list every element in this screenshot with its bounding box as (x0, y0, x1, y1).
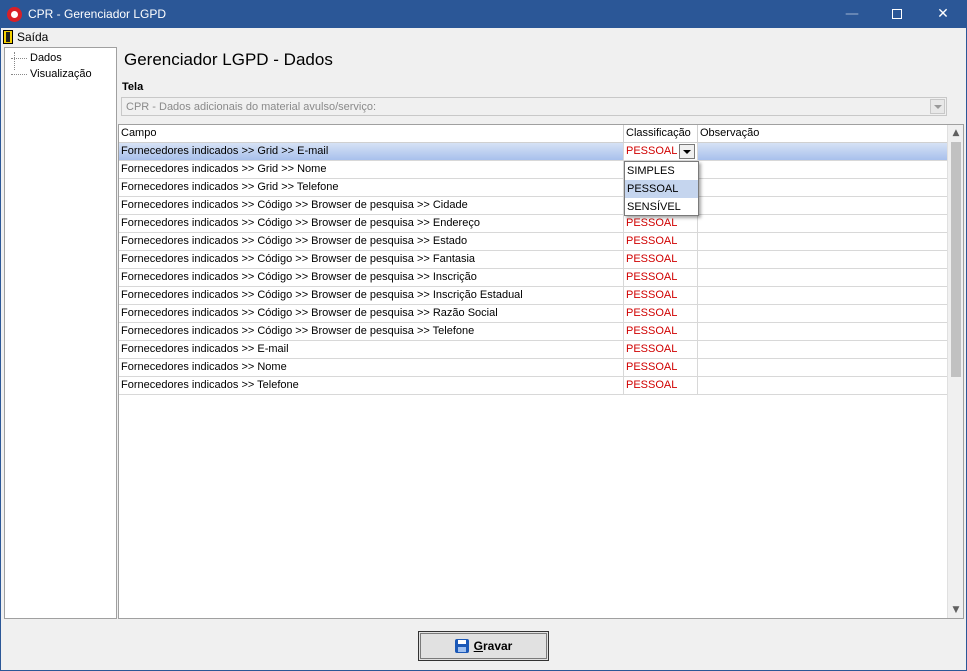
cell-campo: Fornecedores indicados >> Código >> Brow… (119, 233, 624, 250)
cell-observacao[interactable] (698, 215, 947, 232)
footer-bar: Gravar (1, 619, 966, 670)
cell-classificacao[interactable]: PESSOAL (624, 287, 698, 304)
cell-classificacao[interactable]: PESSOAL (624, 377, 698, 394)
main-window: CPR - Gerenciador LGPD — ✕ Saída Dados V… (0, 0, 967, 671)
exit-label: Saída (17, 30, 49, 44)
table-row[interactable]: Fornecedores indicados >> Nome PESSOAL (119, 359, 947, 377)
classification-dropdown-list: SIMPLES PESSOAL SENSÍVEL (624, 161, 699, 216)
cell-observacao[interactable] (698, 251, 947, 268)
title-bar[interactable]: CPR - Gerenciador LGPD — ✕ (1, 1, 966, 28)
cell-campo: Fornecedores indicados >> Código >> Brow… (119, 269, 624, 286)
table-row[interactable]: Fornecedores indicados >> E-mail PESSOAL (119, 341, 947, 359)
cell-campo: Fornecedores indicados >> Telefone (119, 377, 624, 394)
cell-observacao[interactable] (698, 179, 947, 196)
tree-item-dados[interactable]: Dados (5, 51, 62, 65)
chevron-down-icon (933, 104, 942, 109)
save-button-label: Gravar (473, 639, 513, 653)
vertical-scrollbar[interactable]: ▲ ▼ (947, 125, 963, 618)
cell-classificacao[interactable]: PESSOAL (624, 341, 698, 358)
column-header-classificacao[interactable]: Classificação (624, 125, 698, 143)
cell-campo: Fornecedores indicados >> Código >> Brow… (119, 251, 624, 268)
screen-select[interactable]: CPR - Dados adicionais do material avuls… (121, 97, 947, 116)
dropdown-option[interactable]: SIMPLES (625, 162, 698, 180)
menu-bar: Saída (1, 28, 966, 46)
navigation-tree: Dados Visualização (4, 47, 117, 619)
cell-campo: Fornecedores indicados >> Nome (119, 359, 624, 376)
table-row[interactable]: Fornecedores indicados >> Código >> Brow… (119, 305, 947, 323)
cell-observacao[interactable] (698, 323, 947, 340)
save-button[interactable]: Gravar (418, 631, 549, 661)
minimize-button[interactable]: — (829, 1, 875, 28)
window-title: CPR - Gerenciador LGPD (28, 7, 167, 21)
scrollbar-thumb[interactable] (951, 142, 961, 377)
dropdown-option[interactable]: PESSOAL (625, 180, 698, 198)
table-row[interactable]: Fornecedores indicados >> Grid >> Nome (119, 161, 947, 179)
close-button[interactable]: ✕ (920, 1, 966, 28)
screen-select-value: CPR - Dados adicionais do material avuls… (126, 101, 377, 113)
scroll-down-arrow-icon[interactable]: ▼ (948, 602, 964, 618)
cell-campo: Fornecedores indicados >> Código >> Brow… (119, 305, 624, 322)
table-row[interactable]: Fornecedores indicados >> Código >> Brow… (119, 323, 947, 341)
table-row[interactable]: Fornecedores indicados >> Código >> Brow… (119, 269, 947, 287)
tree-item-label: Visualização (30, 68, 92, 80)
cell-campo: Fornecedores indicados >> Grid >> Telefo… (119, 179, 624, 196)
maximize-button[interactable] (874, 1, 920, 28)
table-row[interactable]: Fornecedores indicados >> Grid >> Telefo… (119, 179, 947, 197)
cell-campo: Fornecedores indicados >> Grid >> Nome (119, 161, 624, 178)
column-header-observacao[interactable]: Observação (698, 125, 947, 143)
screen-label: Tela (122, 81, 144, 93)
grid-rows: Fornecedores indicados >> Grid >> E-mail… (119, 143, 947, 395)
screen-select-dropdown-button[interactable] (930, 99, 945, 114)
table-row[interactable]: Fornecedores indicados >> Código >> Brow… (119, 233, 947, 251)
table-row[interactable]: Fornecedores indicados >> Código >> Brow… (119, 251, 947, 269)
cell-classificacao[interactable]: PESSOAL (624, 215, 698, 232)
maximize-icon (892, 9, 902, 19)
exit-door-icon (3, 30, 13, 44)
grid-header: Campo Classificação Observação (119, 125, 947, 143)
cell-classificacao[interactable]: PESSOAL (624, 323, 698, 340)
cell-observacao[interactable] (698, 161, 947, 178)
cell-campo: Fornecedores indicados >> Código >> Brow… (119, 215, 624, 232)
table-row[interactable]: Fornecedores indicados >> Grid >> E-mail… (119, 143, 947, 216)
cell-classificacao[interactable]: PESSOAL (624, 305, 698, 322)
table-row[interactable]: Fornecedores indicados >> Código >> Brow… (119, 215, 947, 233)
cell-classificacao[interactable]: PESSOAL (624, 251, 698, 268)
cell-observacao[interactable] (698, 287, 947, 304)
table-row[interactable]: Fornecedores indicados >> Código >> Brow… (119, 197, 947, 215)
cell-campo: Fornecedores indicados >> Código >> Brow… (119, 197, 624, 214)
classification-dropdown-button[interactable] (679, 144, 695, 159)
cell-observacao[interactable] (698, 341, 947, 358)
tree-item-visualizacao[interactable]: Visualização (5, 67, 92, 81)
main-content: Gerenciador LGPD - Dados Tela CPR - Dado… (118, 47, 966, 619)
cell-observacao[interactable] (698, 233, 947, 250)
cell-classificacao[interactable]: PESSOAL (624, 233, 698, 250)
cell-observacao[interactable] (698, 377, 947, 394)
exit-menu-item[interactable]: Saída (3, 29, 48, 45)
tree-branch (11, 57, 27, 59)
cell-campo: Fornecedores indicados >> Grid >> E-mail (119, 143, 624, 160)
cell-classificacao[interactable]: PESSOAL (624, 269, 698, 286)
tree-item-label: Dados (30, 52, 62, 64)
cell-observacao[interactable] (698, 269, 947, 286)
tree-branch (11, 73, 27, 75)
cell-campo: Fornecedores indicados >> Código >> Brow… (119, 323, 624, 340)
scroll-up-arrow-icon[interactable]: ▲ (948, 125, 964, 141)
cell-observacao[interactable] (698, 359, 947, 376)
cell-classificacao[interactable]: PESSOAL (624, 359, 698, 376)
table-row[interactable]: Fornecedores indicados >> Código >> Brow… (119, 287, 947, 305)
chevron-down-icon (683, 149, 691, 154)
table-row[interactable]: Fornecedores indicados >> Telefone PESSOA… (119, 377, 947, 395)
page-title: Gerenciador LGPD - Dados (124, 50, 333, 69)
cell-observacao[interactable] (698, 143, 947, 160)
cell-observacao[interactable] (698, 305, 947, 322)
cell-campo: Fornecedores indicados >> E-mail (119, 341, 624, 358)
cell-campo: Fornecedores indicados >> Código >> Brow… (119, 287, 624, 304)
app-logo-icon (7, 7, 22, 22)
cell-observacao[interactable] (698, 197, 947, 214)
dropdown-option[interactable]: SENSÍVEL (625, 198, 698, 216)
column-header-campo[interactable]: Campo (119, 125, 624, 143)
floppy-disk-icon (454, 639, 469, 653)
fields-grid: Campo Classificação Observação Fornecedo… (118, 124, 964, 619)
